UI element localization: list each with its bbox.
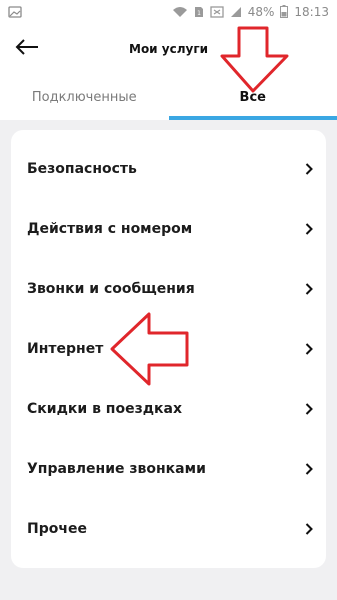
tab-all[interactable]: Все	[168, 75, 337, 120]
battery-percent: 48%	[247, 4, 275, 19]
service-label: Прочее	[27, 521, 87, 537]
status-right: 1 48% 18:13	[172, 5, 329, 19]
wifi-icon	[172, 6, 188, 18]
chevron-right-icon	[302, 222, 316, 236]
services-card: Безопасность Действия с номером Звонки и…	[11, 130, 326, 568]
service-row-internet[interactable]: Интернет	[11, 319, 326, 379]
content-area: Безопасность Действия с номером Звонки и…	[0, 120, 337, 600]
service-label: Безопасность	[27, 161, 137, 177]
signal-icon	[230, 6, 242, 18]
chevron-right-icon	[302, 522, 316, 536]
service-row-calls-messages[interactable]: Звонки и сообщения	[11, 259, 326, 319]
service-label: Звонки и сообщения	[27, 281, 195, 297]
tab-bar: Подключенные Все	[0, 75, 337, 120]
page-title: Мои услуги	[129, 42, 208, 56]
battery-icon	[280, 5, 289, 18]
chevron-right-icon	[302, 282, 316, 296]
svg-text:1: 1	[197, 10, 201, 17]
app-header: Мои услуги	[0, 23, 337, 75]
service-row-number-actions[interactable]: Действия с номером	[11, 199, 326, 259]
signal-cross-icon	[210, 5, 224, 18]
sim-icon: 1	[194, 6, 204, 18]
clock-time: 18:13	[294, 4, 329, 19]
back-button[interactable]	[10, 32, 44, 66]
arrow-left-icon	[14, 38, 40, 60]
image-icon	[8, 5, 22, 18]
service-label: Скидки в поездках	[27, 401, 183, 417]
service-label: Действия с номером	[27, 221, 193, 237]
service-row-other[interactable]: Прочее	[11, 499, 326, 559]
service-row-security[interactable]: Безопасность	[11, 139, 326, 199]
tab-connected[interactable]: Подключенные	[0, 75, 169, 120]
service-row-call-management[interactable]: Управление звонками	[11, 439, 326, 499]
chevron-right-icon	[302, 462, 316, 476]
service-label: Интернет	[27, 341, 104, 357]
service-row-travel-discounts[interactable]: Скидки в поездках	[11, 379, 326, 439]
service-label: Управление звонками	[27, 461, 206, 477]
chevron-right-icon	[302, 342, 316, 356]
status-bar: 1 48% 18:13	[0, 0, 337, 23]
chevron-right-icon	[302, 402, 316, 416]
chevron-right-icon	[302, 162, 316, 176]
status-left	[8, 5, 22, 18]
